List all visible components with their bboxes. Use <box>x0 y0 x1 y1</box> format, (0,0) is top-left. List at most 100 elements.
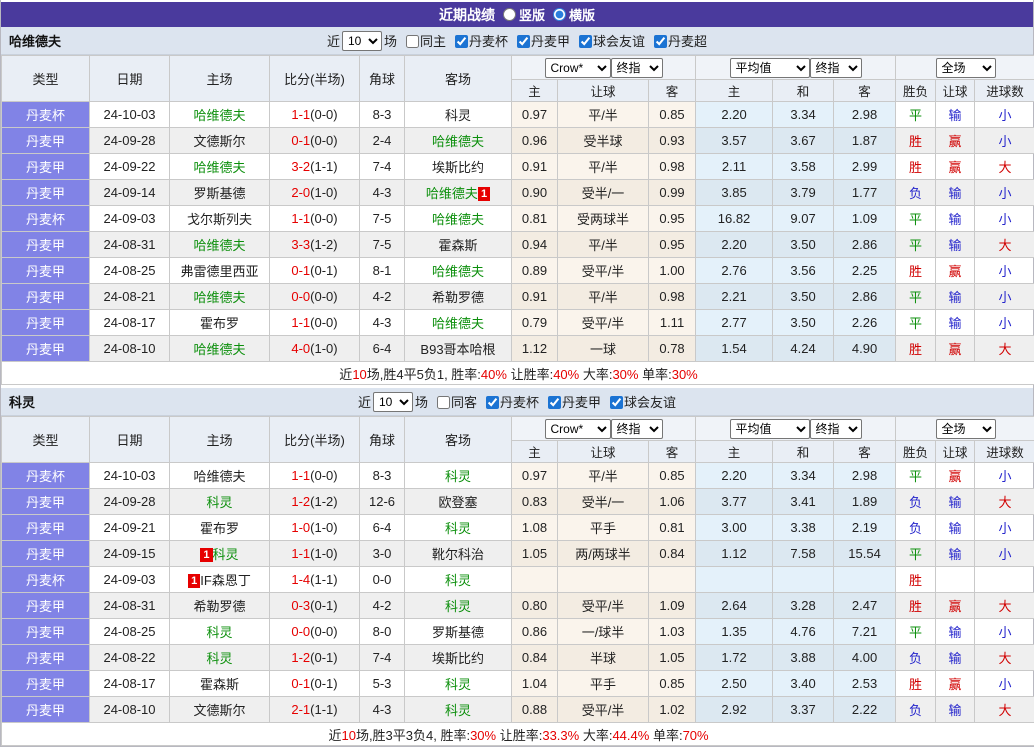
average-select[interactable]: 平均值 <box>730 58 810 78</box>
home-team: 戈尔斯列夫 <box>187 212 252 227</box>
average-odds-group: 平均值终指 <box>696 417 896 441</box>
away-team: 哈维德夫 <box>426 186 478 201</box>
league-filter-checkbox[interactable] <box>455 35 468 48</box>
result-outcome: 平 <box>896 284 936 310</box>
result-text: 平 <box>909 625 922 640</box>
odds-away: 0.93 <box>649 128 696 154</box>
halftime-score: (0-0) <box>310 624 337 639</box>
home-team: 哈维德夫 <box>193 290 245 305</box>
score-cell: 1-1(0-0) <box>270 463 360 489</box>
fulltime-score: 0-1 <box>291 263 310 278</box>
final-odds-select[interactable]: 终指 <box>611 58 663 78</box>
same-venue-checkbox[interactable] <box>437 396 450 409</box>
result-outcome: 平 <box>896 310 936 336</box>
matches-count-select[interactable]: 10 <box>342 31 382 51</box>
same-venue-option[interactable]: 同主 <box>401 31 446 50</box>
halftime-score: (1-2) <box>310 494 337 509</box>
bookmaker-select[interactable]: Crow* <box>545 419 611 439</box>
league-type: 丹麦甲 <box>2 645 90 671</box>
league-filter-option[interactable]: 丹麦杯 <box>481 392 539 411</box>
league-filter-option[interactable]: 丹麦超 <box>649 31 707 50</box>
result-handicap: 赢 <box>936 671 975 697</box>
final-odds-select-2[interactable]: 终指 <box>810 419 862 439</box>
away-team-cell-header: 客场 <box>405 56 512 102</box>
result-outcome: 负 <box>896 697 936 723</box>
league-filter-checkbox[interactable] <box>517 35 530 48</box>
result-text: 平 <box>909 547 922 562</box>
avg-draw: 9.07 <box>773 206 834 232</box>
result-text: 小 <box>999 264 1012 279</box>
table-row: 丹麦甲24-09-14罗斯基德2-0(1-0)4-3哈维德夫10.90受半/一0… <box>2 180 1034 206</box>
avg-home: 3.57 <box>696 128 773 154</box>
team-name: 科灵 <box>9 392 35 411</box>
odds-handicap <box>558 567 649 593</box>
corners-cell: 4-2 <box>360 284 405 310</box>
scope-select[interactable]: 全场 <box>936 58 996 78</box>
summary-segment: 70% <box>683 728 709 743</box>
score-cell: 1-2(0-1) <box>270 645 360 671</box>
league-type: 丹麦甲 <box>2 336 90 362</box>
league-filter-checkbox[interactable] <box>654 35 667 48</box>
matches-count-select[interactable]: 10 <box>373 392 413 412</box>
avg-away: 2.98 <box>834 463 896 489</box>
away-team-cell: 科灵 <box>405 697 512 723</box>
result-text: 输 <box>949 625 962 640</box>
odds-home: 0.91 <box>512 154 558 180</box>
vertical-layout-radio[interactable] <box>503 8 516 21</box>
corners-cell: 8-3 <box>360 463 405 489</box>
layout-option-horizontal[interactable]: 横版 <box>553 5 595 24</box>
league-filter-option[interactable]: 球会友谊 <box>605 392 676 411</box>
match-date: 24-08-31 <box>90 232 170 258</box>
odds-home: 0.97 <box>512 463 558 489</box>
avg-away: 4.90 <box>834 336 896 362</box>
result-text: 小 <box>999 316 1012 331</box>
horizontal-layout-radio[interactable] <box>553 8 566 21</box>
home-team: 科灵 <box>206 625 232 640</box>
subcol-header: 客 <box>834 441 896 463</box>
home-team: 哈维德夫 <box>193 469 245 484</box>
table-row: 丹麦杯24-09-03戈尔斯列夫1-1(0-0)7-5哈维德夫0.81受两球半0… <box>2 206 1034 232</box>
league-filter-option[interactable]: 丹麦杯 <box>450 31 508 50</box>
odds-home: 0.88 <box>512 697 558 723</box>
final-odds-select[interactable]: 终指 <box>611 419 663 439</box>
result-text: 输 <box>949 495 962 510</box>
league-filter-option[interactable]: 丹麦甲 <box>543 392 601 411</box>
league-filter-checkbox[interactable] <box>548 396 561 409</box>
league-filter-option[interactable]: 球会友谊 <box>574 31 645 50</box>
bookmaker-select[interactable]: Crow* <box>545 58 611 78</box>
table-row: 丹麦甲24-08-25科灵0-0(0-0)8-0罗斯基德0.86一/球半1.03… <box>2 619 1034 645</box>
same-venue-checkbox[interactable] <box>406 35 419 48</box>
away-team-cell: 科灵 <box>405 463 512 489</box>
average-select[interactable]: 平均值 <box>730 419 810 439</box>
result-text: 胜 <box>909 342 922 357</box>
result-goals: 大 <box>975 645 1034 671</box>
avg-home: 3.85 <box>696 180 773 206</box>
league-filter-checkbox[interactable] <box>579 35 592 48</box>
league-filter-checkbox[interactable] <box>610 396 623 409</box>
result-outcome: 负 <box>896 515 936 541</box>
same-venue-option[interactable]: 同客 <box>432 392 477 411</box>
result-handicap: 输 <box>936 515 975 541</box>
halftime-score: (0-0) <box>310 468 337 483</box>
avg-away: 2.47 <box>834 593 896 619</box>
result-text: 输 <box>949 108 962 123</box>
match-date: 24-08-17 <box>90 671 170 697</box>
away-team-cell: 希勒罗德 <box>405 284 512 310</box>
final-odds-select-2[interactable]: 终指 <box>810 58 862 78</box>
odds-home: 0.80 <box>512 593 558 619</box>
odds-home: 1.12 <box>512 336 558 362</box>
scope-select[interactable]: 全场 <box>936 419 996 439</box>
table-head: 类型日期主场比分(半场)角球客场Crow*终指平均值终指全场主让球客主和客胜负让… <box>2 56 1034 102</box>
match-date: 24-08-25 <box>90 619 170 645</box>
result-text: 胜 <box>909 599 922 614</box>
avg-home: 2.64 <box>696 593 773 619</box>
layout-option-vertical[interactable]: 竖版 <box>503 5 545 24</box>
corners-cell: 5-3 <box>360 671 405 697</box>
league-filter-checkbox[interactable] <box>486 396 499 409</box>
corners-cell-header: 角球 <box>360 56 405 102</box>
result-goals: 小 <box>975 541 1034 567</box>
subcol-header: 客 <box>834 80 896 102</box>
league-filter-option[interactable]: 丹麦甲 <box>512 31 570 50</box>
away-team-cell: 埃斯比约 <box>405 645 512 671</box>
subcol-header: 胜负 <box>896 441 936 463</box>
